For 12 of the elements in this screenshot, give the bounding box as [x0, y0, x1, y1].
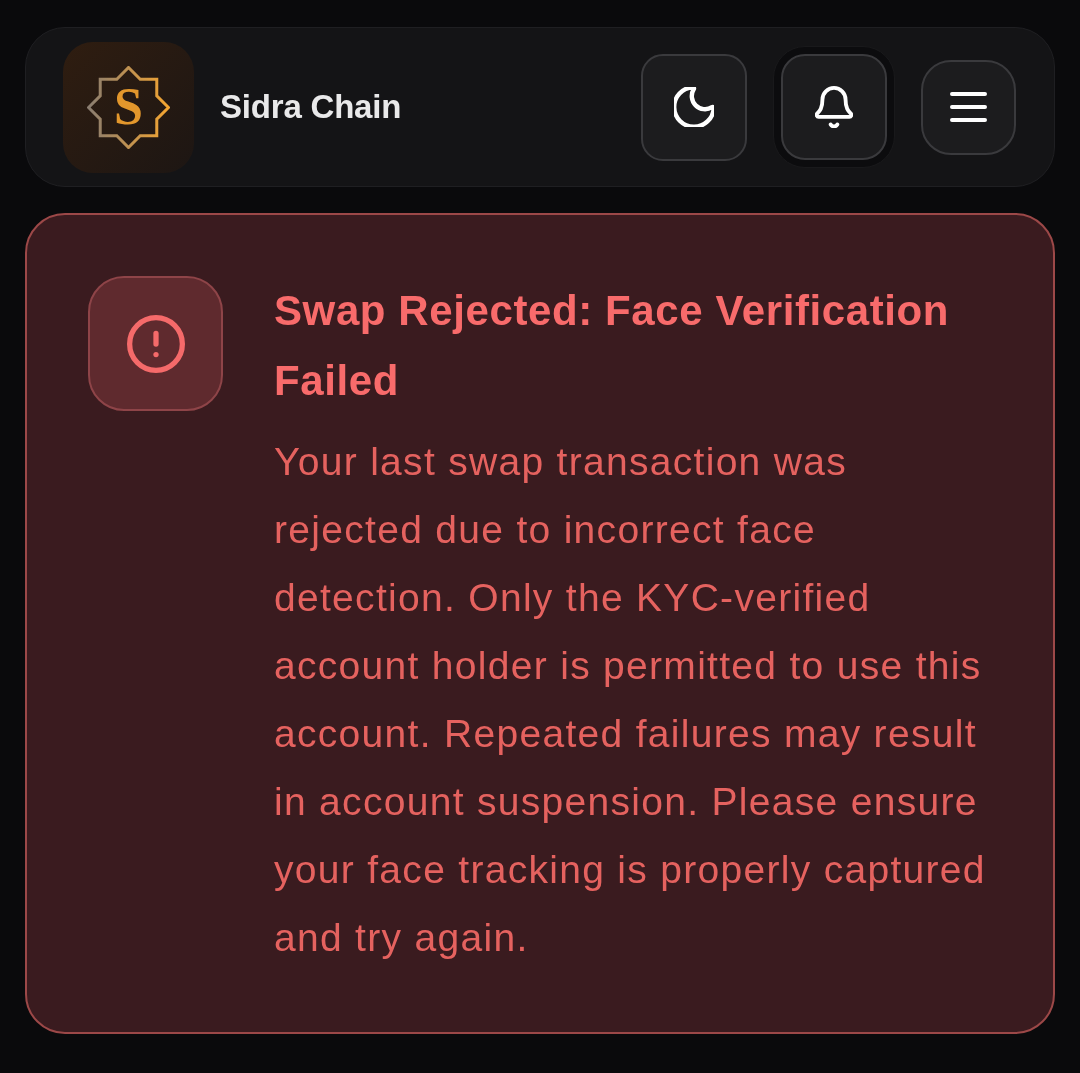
- menu-button[interactable]: [921, 59, 1016, 155]
- logo-letter: S: [114, 81, 143, 133]
- theme-toggle-button[interactable]: [641, 53, 747, 161]
- notifications-button[interactable]: [773, 46, 895, 168]
- menu-icon: [950, 92, 987, 122]
- alert-icon: [88, 276, 223, 411]
- alert-message: Your last swap transaction was rejected due to incorrect face detection. Only the KYC-verified account holder is permitted to use this account. Repeated failures may result in account suspension. Please ensure your face tracking is properly captured and try again.: [274, 439, 987, 961]
- alert-title: Swap Rejected: Face Verification Failed: [274, 286, 951, 406]
- octagram-icon: [87, 65, 170, 149]
- moon-icon: [674, 87, 714, 127]
- app-title: Sidra Chain: [220, 87, 402, 128]
- bell-icon: [815, 86, 853, 128]
